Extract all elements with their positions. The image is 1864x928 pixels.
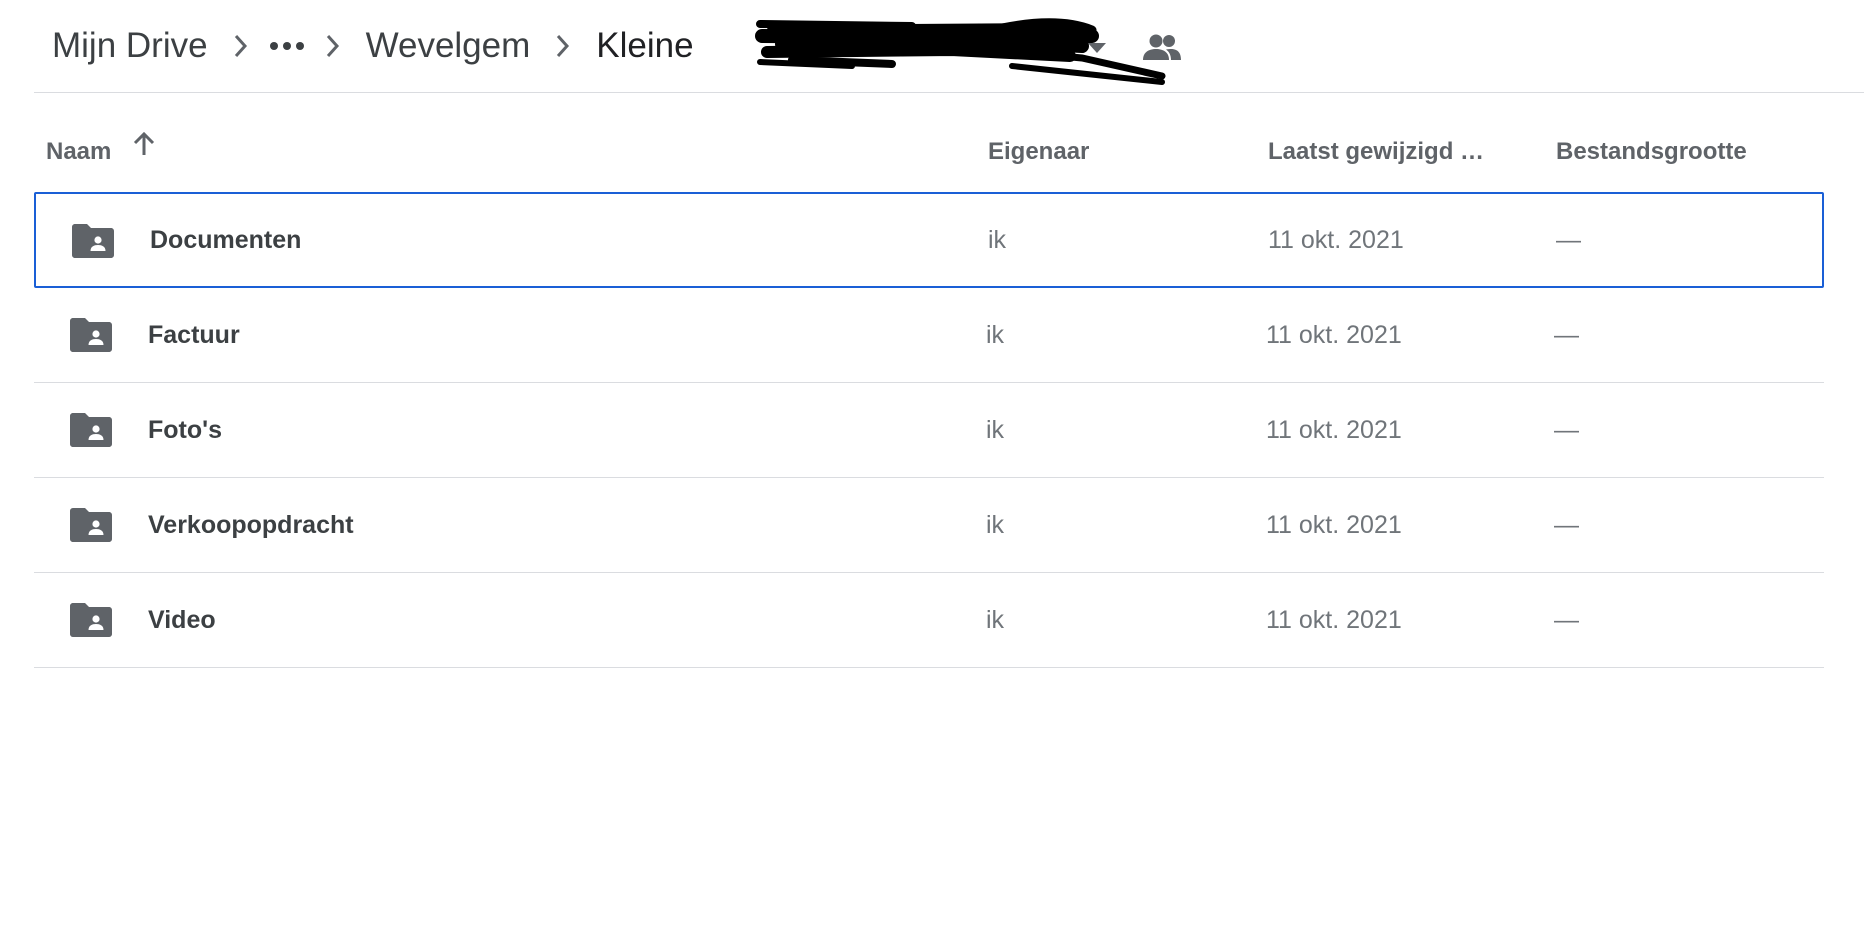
column-header-name-label: Naam [46, 138, 112, 165]
chevron-right-icon [226, 16, 256, 76]
arrow-upward-icon[interactable] [132, 110, 156, 190]
people-icon[interactable] [1142, 32, 1182, 64]
shared-folder-icon [70, 603, 112, 637]
breadcrumb-my-drive[interactable]: Mijn Drive [34, 16, 226, 76]
column-header-owner[interactable]: Eigenaar [988, 112, 1089, 192]
chevron-right-icon [318, 16, 348, 76]
file-size: — [1554, 321, 1579, 349]
file-name: Factuur [148, 321, 240, 349]
shared-folder-icon [70, 413, 112, 447]
file-modified: 11 okt. 2021 [1266, 321, 1402, 349]
table-row[interactable]: Video ik 11 okt. 2021 — [34, 573, 1824, 668]
breadcrumb-wevelgem[interactable]: Wevelgem [348, 16, 549, 76]
file-owner: ik [986, 416, 1005, 444]
file-modified: 11 okt. 2021 [1268, 226, 1404, 254]
file-size: — [1556, 226, 1581, 254]
file-modified: 11 okt. 2021 [1266, 416, 1402, 444]
shared-folder-icon [70, 508, 112, 542]
column-header-modified[interactable]: Laatst gewijzigd … [1268, 112, 1484, 192]
file-size: — [1554, 511, 1579, 539]
file-name: Verkoopopdracht [148, 511, 354, 539]
more-horiz-icon[interactable] [256, 16, 318, 76]
file-name: Foto's [148, 416, 222, 444]
chevron-right-icon [548, 16, 578, 76]
file-owner: ik [986, 321, 1005, 349]
shared-folder-icon [70, 318, 112, 352]
file-owner: ik [988, 226, 1007, 254]
column-header-size[interactable]: Bestandsgrootte [1556, 112, 1747, 192]
arrow-drop-down-icon[interactable] [1082, 38, 1112, 58]
table-row[interactable]: Foto's ik 11 okt. 2021 — [34, 383, 1824, 478]
table-row[interactable]: Documenten ik 11 okt. 2021 — [34, 192, 1824, 288]
table-row[interactable]: Verkoopopdracht ik 11 okt. 2021 — [34, 478, 1824, 573]
table-row[interactable]: Factuur ik 11 okt. 2021 — [34, 288, 1824, 383]
file-size: — [1554, 606, 1579, 634]
file-name: Documenten [150, 226, 302, 254]
breadcrumb-current-folder[interactable]: Kleine [578, 16, 711, 76]
file-list: Naam Eigenaar Laatst gewijzigd … Bestand… [34, 112, 1824, 668]
column-header-name[interactable]: Naam [46, 112, 156, 192]
file-modified: 11 okt. 2021 [1266, 606, 1402, 634]
file-size: — [1554, 416, 1579, 444]
file-owner: ik [986, 606, 1005, 634]
file-name: Video [148, 606, 216, 634]
shared-folder-icon [72, 224, 114, 258]
file-owner: ik [986, 511, 1005, 539]
file-modified: 11 okt. 2021 [1266, 511, 1402, 539]
table-header: Naam Eigenaar Laatst gewijzigd … Bestand… [34, 112, 1824, 192]
